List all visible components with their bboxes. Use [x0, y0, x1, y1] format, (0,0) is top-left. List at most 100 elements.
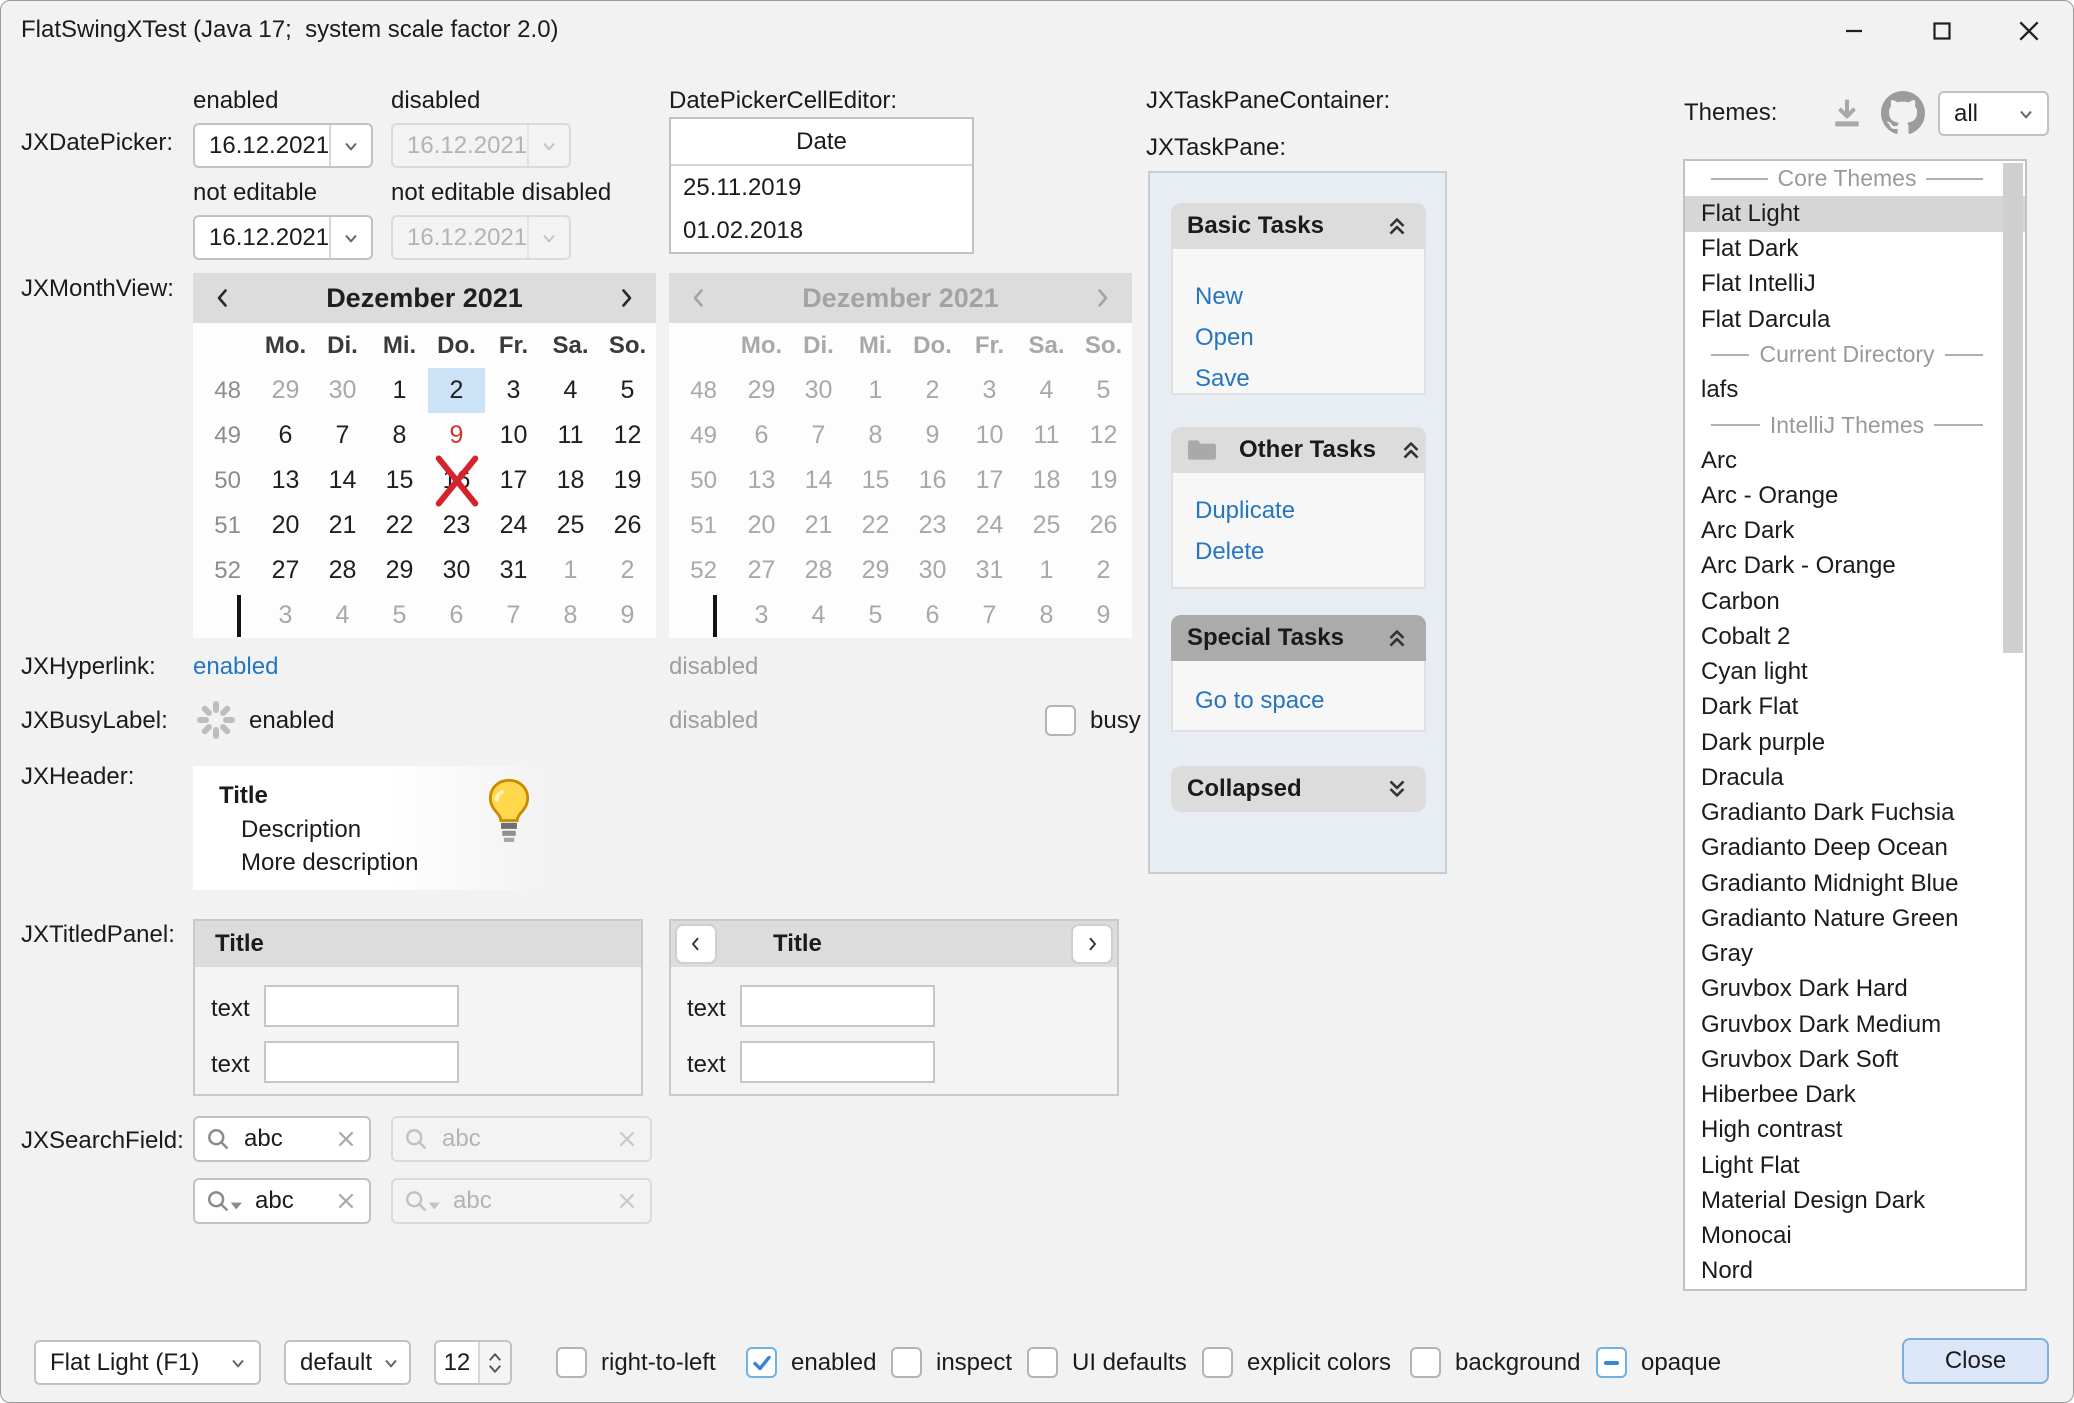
day-cell[interactable]: 11 [542, 413, 599, 458]
day-cell[interactable]: 13 [257, 458, 314, 503]
minimize-button[interactable] [1830, 8, 1878, 54]
taskpane-group-header[interactable]: Special Tasks [1171, 615, 1426, 661]
theme-list-item[interactable]: Dark purple [1685, 725, 2025, 760]
day-cell[interactable]: 3 [257, 593, 314, 638]
day-cell[interactable]: 2 [599, 548, 656, 593]
taskpane-group-header[interactable]: Collapsed [1171, 766, 1426, 812]
checkbox-opaque[interactable] [1596, 1347, 1627, 1378]
theme-list-item[interactable]: lafs [1685, 373, 2025, 408]
day-cell[interactable]: 17 [485, 458, 542, 503]
font-size-spinner[interactable]: 12 [434, 1340, 512, 1385]
close-button[interactable]: Close [1902, 1338, 2049, 1384]
taskpane-group-header[interactable]: Other Tasks [1171, 427, 1426, 473]
day-cell[interactable]: 23 [428, 503, 485, 548]
day-cell[interactable]: 27 [257, 548, 314, 593]
day-cell[interactable]: 12 [599, 413, 656, 458]
taskpane-group-header[interactable]: Basic Tasks [1171, 203, 1426, 249]
day-cell[interactable]: 4 [314, 593, 371, 638]
day-cell[interactable]: 19 [599, 458, 656, 503]
checkbox-background[interactable] [1410, 1347, 1441, 1378]
theme-list-item[interactable]: Arc Dark - Orange [1685, 549, 2025, 584]
theme-list-item[interactable]: Arc - Orange [1685, 478, 2025, 513]
checkbox-inspect[interactable] [891, 1347, 922, 1378]
day-cell[interactable]: 1 [371, 368, 428, 413]
prev-button[interactable] [675, 924, 717, 964]
day-cell[interactable]: 28 [314, 548, 371, 593]
github-link-button[interactable] [1881, 91, 1925, 140]
day-cell[interactable]: 3 [485, 368, 542, 413]
maximize-button[interactable] [1918, 8, 1966, 54]
theme-list-item[interactable]: Flat Light [1685, 196, 2025, 231]
day-cell[interactable]: 14 [314, 458, 371, 503]
next-button[interactable] [1071, 924, 1113, 964]
day-cell[interactable]: 4 [542, 368, 599, 413]
theme-list-item[interactable]: High contrast [1685, 1113, 2025, 1148]
spinner-buttons[interactable] [478, 1342, 510, 1383]
taskpane-action-link[interactable]: Delete [1195, 538, 1424, 566]
themes-filter-combobox[interactable]: all [1938, 91, 2049, 136]
checkbox-right-to-left[interactable] [556, 1347, 587, 1378]
theme-list-item[interactable]: Dark Flat [1685, 690, 2025, 725]
taskpane-action-link[interactable]: New [1195, 283, 1424, 311]
day-cell[interactable]: 30 [314, 368, 371, 413]
hyperlink-enabled[interactable]: enabled [193, 653, 278, 681]
day-cell[interactable]: 30 [428, 548, 485, 593]
day-cell[interactable]: 10 [485, 413, 542, 458]
prev-month-button[interactable] [205, 277, 241, 319]
search-field[interactable]: abc [193, 1178, 371, 1224]
theme-list-item[interactable]: Gradianto Nature Green [1685, 901, 2025, 936]
day-cell[interactable]: 5 [599, 368, 656, 413]
day-cell[interactable]: 29 [371, 548, 428, 593]
text-input[interactable] [264, 1041, 459, 1083]
close-window-button[interactable] [2005, 8, 2053, 54]
theme-list-item[interactable]: Gruvbox Dark Medium [1685, 1007, 2025, 1042]
datepicker-dropdown-button[interactable] [329, 217, 371, 258]
theme-list-item[interactable]: Dracula [1685, 760, 2025, 795]
next-month-button[interactable] [608, 277, 644, 319]
text-input[interactable] [740, 1041, 935, 1083]
day-cell[interactable]: 7 [485, 593, 542, 638]
taskpane-action-link[interactable]: Save [1195, 365, 1424, 393]
theme-list-item[interactable]: Gray [1685, 937, 2025, 972]
theme-list-item[interactable]: Gradianto Midnight Blue [1685, 866, 2025, 901]
day-cell[interactable]: 16 [428, 458, 485, 503]
theme-list-item[interactable]: Gradianto Dark Fuchsia [1685, 796, 2025, 831]
theme-list-item[interactable]: Cyan light [1685, 655, 2025, 690]
theme-list-item[interactable]: Material Design Dark [1685, 1183, 2025, 1218]
day-cell[interactable]: 18 [542, 458, 599, 503]
busy-checkbox[interactable] [1045, 705, 1076, 736]
theme-list-item[interactable]: Gruvbox Dark Hard [1685, 972, 2025, 1007]
datepicker-field[interactable]: 16.12.2021 [193, 215, 373, 260]
theme-list-item[interactable]: Carbon [1685, 584, 2025, 619]
checkbox-explicit-colors[interactable] [1202, 1347, 1233, 1378]
day-cell[interactable]: 9 [599, 593, 656, 638]
theme-list-item[interactable]: Arc Dark [1685, 514, 2025, 549]
theme-list-item[interactable]: Monocai [1685, 1219, 2025, 1254]
day-cell[interactable]: 6 [257, 413, 314, 458]
font-style-combobox[interactable]: default [284, 1340, 411, 1385]
laf-combobox[interactable]: Flat Light (F1) [34, 1340, 261, 1385]
theme-list-item[interactable]: Hiberbee Dark [1685, 1078, 2025, 1113]
day-cell[interactable]: 25 [542, 503, 599, 548]
taskpane-action-link[interactable]: Go to space [1195, 687, 1424, 715]
scrollbar-thumb[interactable] [2003, 163, 2023, 653]
table-row[interactable]: 01.02.2018 [671, 209, 972, 252]
theme-list-item[interactable]: Flat Darcula [1685, 302, 2025, 337]
clear-button[interactable] [335, 1190, 369, 1212]
theme-list-item[interactable]: Light Flat [1685, 1148, 2025, 1183]
theme-list-item[interactable]: Arc [1685, 443, 2025, 478]
theme-list-item[interactable]: Gradianto Deep Ocean [1685, 831, 2025, 866]
day-cell[interactable]: 26 [599, 503, 656, 548]
day-cell[interactable]: 6 [428, 593, 485, 638]
day-cell[interactable]: 24 [485, 503, 542, 548]
day-cell[interactable]: 9 [428, 413, 485, 458]
clear-button[interactable] [335, 1128, 369, 1150]
theme-list-item[interactable]: Gruvbox Dark Soft [1685, 1042, 2025, 1077]
day-cell[interactable]: 8 [371, 413, 428, 458]
day-cell[interactable]: 5 [371, 593, 428, 638]
theme-list-item[interactable]: Flat Dark [1685, 232, 2025, 267]
theme-list-item[interactable]: Flat IntelliJ [1685, 267, 2025, 302]
taskpane-collapse-button[interactable] [1384, 213, 1410, 239]
table-row[interactable]: 25.11.2019 [671, 166, 972, 209]
taskpane-collapse-button[interactable] [1384, 776, 1410, 802]
